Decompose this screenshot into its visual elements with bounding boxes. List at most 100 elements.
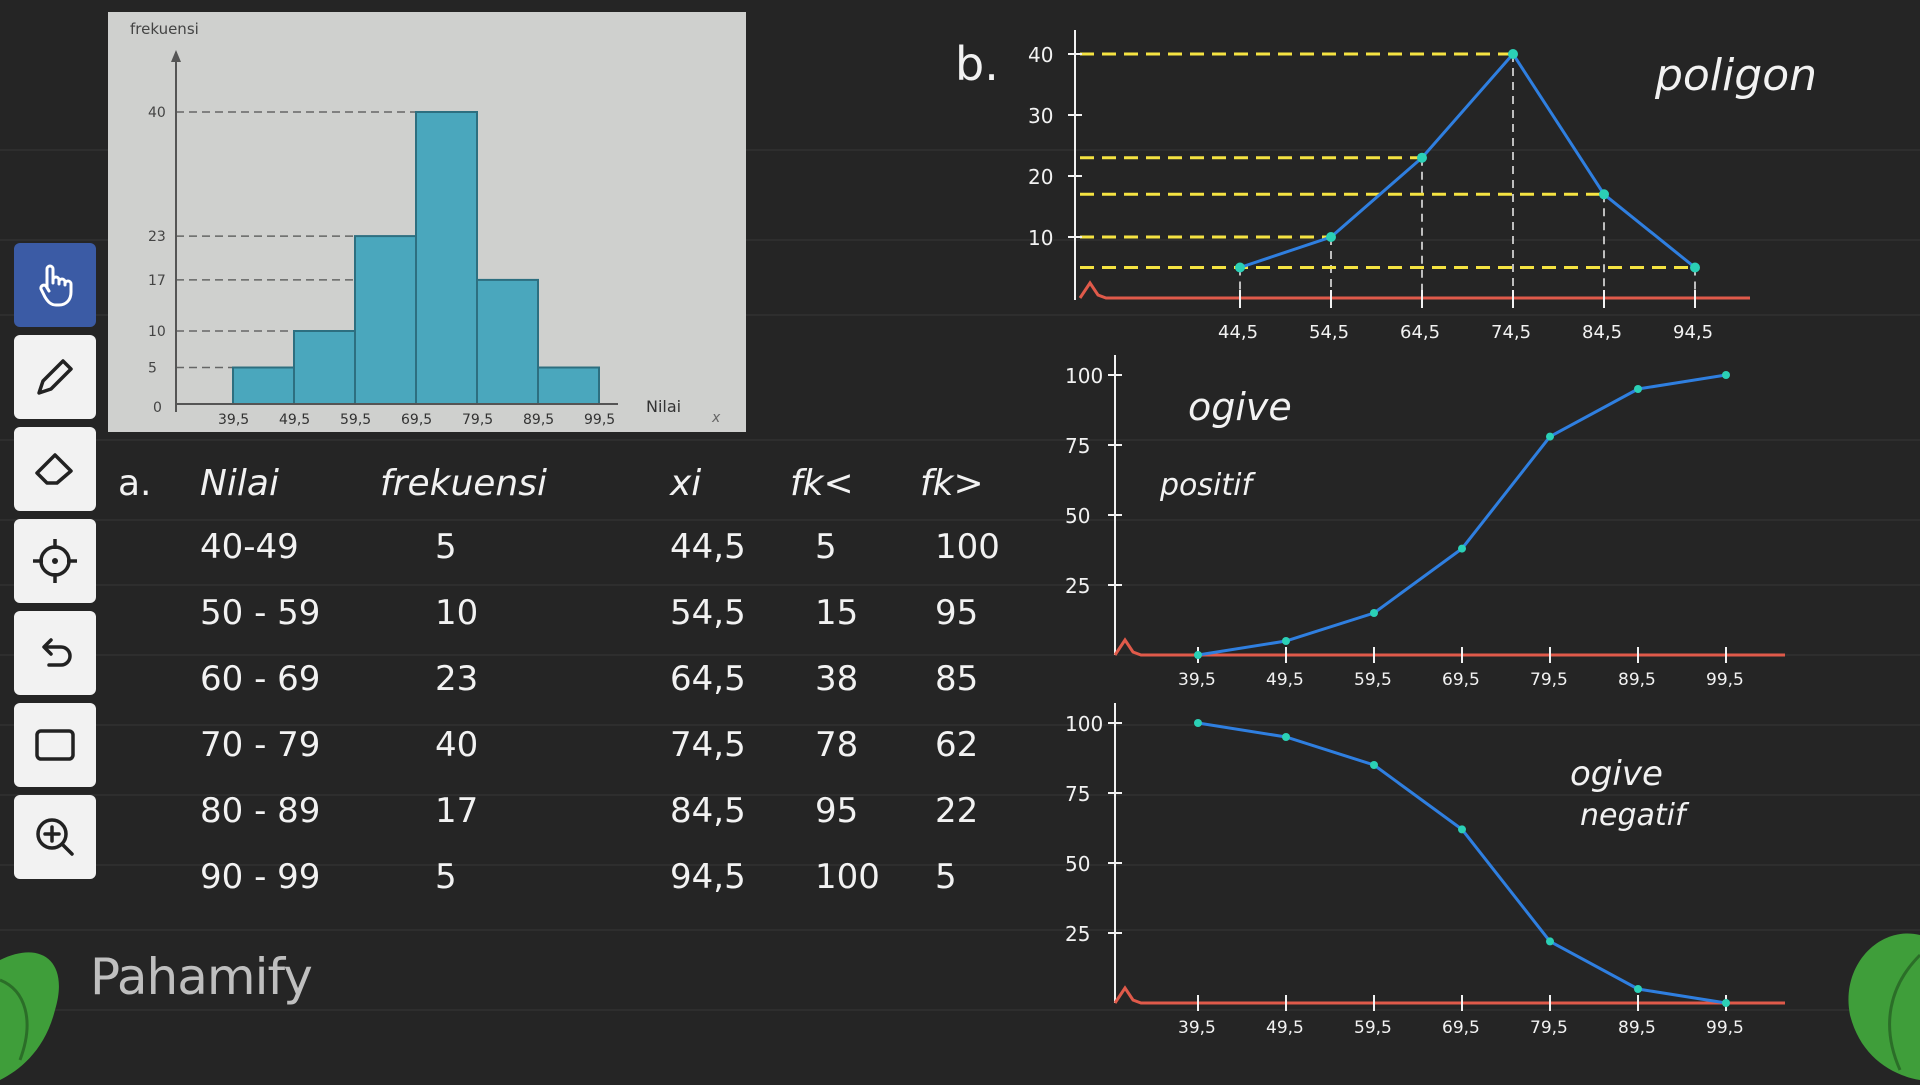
table-cell: 100 (935, 527, 1000, 567)
table-cell: 40-49 (200, 527, 299, 567)
ogive-neg-title: ogive (1570, 754, 1663, 794)
ogive-pos-xtick-label: 69,5 (1442, 670, 1480, 690)
table-cell: 64,5 (670, 659, 746, 699)
table-cell: 44,5 (670, 527, 746, 567)
table-cell: 38 (815, 659, 858, 699)
ogive-neg-point (1370, 761, 1378, 769)
whiteboard-canvas[interactable]: a. Nilai frekuensi xi fk< fk> 40-49 5 44,5 5 100… (0, 0, 1920, 1085)
polygon-point (1599, 189, 1609, 200)
ogive-pos-point (1722, 371, 1730, 379)
polygon-point (1508, 49, 1518, 59)
table-cell: 85 (935, 659, 978, 699)
ogive-pos-point (1634, 385, 1642, 393)
ogive-pos-point (1370, 609, 1378, 617)
ogive-pos-point (1194, 651, 1202, 659)
polygon-guides (1080, 52, 1696, 298)
ogive-pos-ytick-label: 50 (1065, 504, 1090, 528)
ogive-neg-point (1194, 719, 1202, 727)
table-body: 40-49 5 44,5 5 100 50 - 59 10 54,5 15 95 60 - 69 23… (200, 527, 1000, 897)
polygon-series (1235, 49, 1700, 273)
table-cell: 78 (815, 725, 858, 765)
table-header-cell: fk< (790, 463, 854, 504)
ogive-pos-point (1546, 432, 1554, 441)
ogive-pos-xtick-label: 89,5 (1618, 670, 1656, 690)
table-cell: 80 - 89 (200, 791, 320, 831)
ogive-neg-point (1282, 733, 1290, 741)
table-cell: 17 (435, 791, 478, 831)
ogive-pos-xtick-label: 99,5 (1706, 670, 1744, 690)
table-cell: 54,5 (670, 593, 746, 633)
table-cell: 50 - 59 (200, 593, 320, 633)
ogive-neg-xtick-label: 39,5 (1178, 1018, 1216, 1038)
ogive-neg-xtick-label: 79,5 (1530, 1018, 1568, 1038)
ogive-neg-ytick-label: 100 (1065, 712, 1103, 736)
ogive-pos-xtick-label: 79,5 (1530, 670, 1568, 690)
polygon-x-axis (1078, 280, 1750, 300)
ogive-neg-xtick-label: 49,5 (1266, 1018, 1304, 1038)
table-cell: 5 (435, 527, 457, 567)
ogive-neg-point (1458, 825, 1466, 834)
ogive-neg-point (1722, 999, 1730, 1007)
ogive-pos-axes: 100 75 50 25 39,5 49,5 59,5 69,5 79,5 89,5 99,5 (1065, 355, 1785, 690)
ogive-pos-xtick-label: 39,5 (1178, 670, 1216, 690)
ogive-pos-ytick-label: 75 (1065, 434, 1090, 458)
table-cell: 22 (935, 791, 978, 831)
polygon-xtick-label: 84,5 (1582, 322, 1622, 343)
ogive-pos-point (1458, 544, 1466, 553)
ogive-neg-subtitle: negatif (1580, 798, 1690, 833)
ogive-pos-ytick-label: 25 (1065, 574, 1090, 598)
ogive-pos-xtick-label: 59,5 (1354, 670, 1392, 690)
polygon-ytick-label: 40 (1028, 43, 1053, 67)
polygon-xtick-label: 64,5 (1400, 322, 1440, 343)
table-header-cell: fk> (920, 463, 984, 504)
polygon-title: poligon (1654, 50, 1817, 101)
table-cell: 90 - 99 (200, 857, 320, 897)
table-cell: 70 - 79 (200, 725, 320, 765)
table-cell: 95 (935, 593, 978, 633)
polygon-ytick-label: 20 (1028, 165, 1053, 189)
table-cell: 10 (435, 593, 478, 633)
part-a-label: a. (118, 463, 152, 504)
table-cell: 84,5 (670, 791, 746, 831)
polygon-ytick-label: 10 (1028, 226, 1053, 250)
leaf-decoration-left (0, 952, 59, 1080)
polygon-xtick-label: 44,5 (1218, 322, 1258, 343)
ogive-pos-point (1282, 637, 1290, 645)
pahamify-logo: Pahamify (90, 948, 313, 1006)
polygon-point (1690, 262, 1700, 273)
table-header-cell: xi (669, 463, 701, 504)
ogive-neg-ytick-label: 50 (1065, 852, 1090, 876)
ogive-pos-xtick-label: 49,5 (1266, 670, 1304, 690)
ogive-neg-xtick-label: 89,5 (1618, 1018, 1656, 1038)
table-cell: 62 (935, 725, 978, 765)
table-cell: 5 (435, 857, 457, 897)
part-b-label: b. (955, 37, 999, 91)
ogive-pos-title: ogive (1188, 385, 1292, 429)
table-header-cell: frekuensi (380, 463, 547, 504)
table-cell: 100 (815, 857, 880, 897)
ogive-neg-axes: 100 75 50 25 39,5 49,5 59,5 69,5 79,5 89,5 99,5 (1065, 703, 1785, 1038)
table-cell: 23 (435, 659, 478, 699)
ogive-neg-point (1546, 937, 1554, 946)
polygon-line (1239, 51, 1696, 269)
table-cell: 15 (815, 593, 858, 633)
table-cell: 60 - 69 (200, 659, 320, 699)
table-cell: 5 (935, 857, 957, 897)
leaf-decoration-right (1848, 933, 1920, 1080)
polygon-point (1235, 262, 1245, 273)
table-cell: 5 (815, 527, 837, 567)
table-header-cell: Nilai (200, 463, 279, 504)
table-cell: 40 (435, 725, 478, 765)
ogive-pos-ytick-label: 100 (1065, 364, 1103, 388)
ogive-neg-ytick-label: 25 (1065, 922, 1090, 946)
table-header: Nilai frekuensi xi fk< fk> (200, 463, 984, 504)
ogive-neg-xtick-label: 99,5 (1706, 1018, 1744, 1038)
polygon-xtick-label: 94,5 (1673, 322, 1713, 343)
ogive-neg-ytick-label: 75 (1065, 782, 1090, 806)
polygon-xtick-label: 54,5 (1309, 322, 1349, 343)
table-cell: 74,5 (670, 725, 746, 765)
ogive-pos-subtitle: positif (1159, 468, 1256, 503)
polygon-ytick-label: 30 (1028, 104, 1053, 128)
polygon-point (1417, 152, 1427, 163)
ogive-neg-xtick-label: 59,5 (1354, 1018, 1392, 1038)
